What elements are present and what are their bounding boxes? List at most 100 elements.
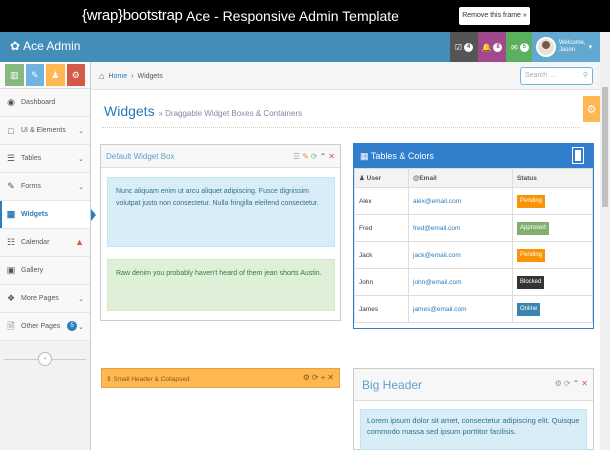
table-row: Alex alex@email.com Pending bbox=[354, 187, 593, 215]
user-menu[interactable]: Welcome, Jason ▾ bbox=[532, 32, 600, 62]
email-link[interactable]: john@email.com bbox=[408, 268, 513, 296]
sidebar-item-other-pages[interactable]: 🗎 Other Pages 5 ⌄ bbox=[0, 313, 90, 341]
status-badge: Approved bbox=[517, 221, 549, 235]
brand[interactable]: ✿ Ace Admin bbox=[10, 39, 80, 53]
messages-button[interactable]: ✉ 5 bbox=[506, 32, 534, 62]
email-link[interactable]: jack@email.com bbox=[408, 241, 513, 269]
status-badge: Blocked bbox=[517, 275, 545, 289]
chevron-down-icon: ⌄ bbox=[78, 296, 84, 303]
table-header-row: ♟ User @Email Status bbox=[354, 168, 593, 188]
user-cell: John bbox=[354, 268, 409, 296]
pencil-icon[interactable]: ✎ bbox=[302, 152, 309, 161]
widgets-icon: ▦ bbox=[6, 209, 16, 219]
status-badge: Online bbox=[517, 302, 541, 316]
refresh-icon[interactable]: ⟳ bbox=[564, 379, 571, 388]
envelope-icon: ✉ bbox=[511, 42, 518, 52]
gear-icon[interactable]: ⚙ bbox=[555, 379, 562, 388]
email-link[interactable]: james@email.com bbox=[408, 295, 513, 323]
notifications-count: 8 bbox=[493, 42, 503, 52]
column-header-user[interactable]: ♟ User bbox=[354, 168, 409, 188]
email-link[interactable]: alex@email.com bbox=[408, 187, 513, 215]
status-badge: Pending bbox=[517, 248, 546, 262]
dashboard-icon: ◉ bbox=[7, 97, 15, 107]
column-header-label: Status bbox=[517, 174, 537, 182]
tasks-count: 4 bbox=[464, 42, 474, 52]
scrollbar-thumb[interactable] bbox=[602, 87, 608, 207]
sidebar: ▥ ✎ ♟ ⚙ ◉ Dashboard □ UI & Elements ⌄ ☰ … bbox=[0, 62, 96, 450]
cogs-icon: ⚙ bbox=[71, 69, 80, 80]
breadcrumb: ⌂ Home › Widgets Search ... ⚲ bbox=[91, 62, 600, 90]
table-row: Fred fred@email.com Approved bbox=[354, 214, 593, 242]
brand-name: Ace Admin bbox=[23, 39, 81, 53]
welcome-text: Welcome, bbox=[559, 40, 586, 46]
breadcrumb-home-link[interactable]: Home bbox=[108, 73, 127, 80]
search-input[interactable]: Search ... ⚲ bbox=[520, 67, 593, 85]
close-icon[interactable]: ✕ bbox=[327, 373, 334, 382]
chevron-up-icon[interactable]: ⌃ bbox=[573, 379, 580, 388]
remove-frame-button[interactable]: Remove this frame » bbox=[459, 7, 530, 25]
sidebar-collapse: « bbox=[4, 352, 86, 366]
notifications-button[interactable]: 🔔 8 bbox=[478, 32, 506, 62]
sidebar-item-calendar[interactable]: ☷ Calendar ▲ bbox=[0, 229, 90, 257]
refresh-icon[interactable]: ⟳ bbox=[311, 152, 318, 161]
chevron-down-icon: ⌄ bbox=[78, 184, 84, 191]
widget-title: Tables & Colors bbox=[370, 151, 434, 161]
search-icon: ⚲ bbox=[582, 72, 588, 79]
gear-icon[interactable]: ⚙ bbox=[303, 373, 310, 382]
bell-icon: 🔔 bbox=[481, 42, 492, 52]
column-header-email[interactable]: @Email bbox=[408, 168, 513, 188]
template-title: Ace - Responsive Admin Template bbox=[186, 8, 399, 24]
other-pages-badge: 5 bbox=[67, 321, 77, 331]
breadcrumb-trail: ⌂ Home › Widgets bbox=[99, 71, 163, 81]
chevron-down-icon: ⌄ bbox=[78, 324, 84, 331]
list-icon[interactable]: ☰ bbox=[293, 152, 300, 161]
refresh-icon[interactable]: ⟳ bbox=[312, 373, 319, 382]
plus-icon[interactable]: + bbox=[321, 373, 326, 382]
top-navbar: ✿ Ace Admin ☑ 4 🔔 8 ✉ 5 Welcome, Jason ▾ bbox=[0, 32, 600, 62]
table-row: Jack jack@email.com Pending bbox=[354, 241, 593, 269]
email-link[interactable]: fred@email.com bbox=[408, 214, 513, 242]
sort-icon: ⇕ bbox=[106, 376, 112, 383]
sidebar-item-dashboard[interactable]: ◉ Dashboard bbox=[0, 89, 90, 117]
column-header-label: Email bbox=[419, 174, 437, 182]
status-cell: Approved bbox=[512, 214, 593, 242]
sidebar-item-label: Widgets bbox=[21, 211, 49, 218]
sidebar-item-forms[interactable]: ✎ Forms ⌄ bbox=[0, 173, 90, 201]
page-title-text: Widgets bbox=[104, 103, 155, 119]
gear-icon: ⚙ bbox=[586, 103, 597, 116]
shortcut-cogs-button[interactable]: ⚙ bbox=[66, 64, 85, 86]
breadcrumb-current: Widgets bbox=[137, 72, 163, 80]
column-header-status[interactable]: Status bbox=[512, 168, 593, 188]
close-icon[interactable]: ✕ bbox=[328, 152, 335, 161]
status-cell: Blocked bbox=[512, 268, 593, 296]
tasks-button[interactable]: ☑ 4 bbox=[450, 32, 478, 62]
sidebar-item-tables[interactable]: ☰ Tables ⌄ bbox=[0, 145, 90, 173]
avatar bbox=[536, 37, 556, 57]
small-header-widget[interactable]: ⇕ Small Header & Collapsed ⚙ ⟳ + ✕ bbox=[101, 368, 340, 388]
sidebar-item-widgets[interactable]: ▦ Widgets bbox=[0, 201, 96, 229]
success-message: Raw denim you probably haven't heard of … bbox=[107, 259, 335, 311]
file-icon: 🗎 bbox=[7, 320, 15, 331]
shortcut-pencil-button[interactable]: ✎ bbox=[25, 64, 44, 86]
sidebar-item-label: Calendar bbox=[21, 239, 50, 246]
tables-colors-widget: ▦ Tables & Colors ♟ User @Email Status A… bbox=[353, 143, 594, 329]
wrapbootstrap-logo[interactable]: {wrap}bootstrap bbox=[82, 7, 183, 24]
sidebar-item-ui-elements[interactable]: □ UI & Elements ⌄ bbox=[0, 117, 90, 145]
page-scrollbar[interactable] bbox=[600, 32, 610, 450]
sidebar-item-gallery[interactable]: ▣ Gallery bbox=[0, 257, 90, 285]
shortcut-users-button[interactable]: ♟ bbox=[46, 64, 65, 86]
expand-button[interactable] bbox=[572, 147, 584, 164]
chevron-up-icon[interactable]: ⌃ bbox=[320, 152, 327, 161]
settings-button[interactable]: ⚙ bbox=[583, 96, 600, 122]
widget-toolbar: ⚙ ⟳ ⌃ ✕ bbox=[555, 379, 588, 388]
users-table: ♟ User @Email Status Alex alex@email.com… bbox=[354, 168, 593, 323]
user-cell: Jack bbox=[354, 241, 409, 269]
widget-title: Small Header & Collapsed bbox=[113, 376, 190, 383]
shortcut-chart-button[interactable]: ▥ bbox=[5, 64, 24, 86]
chart-icon: ▥ bbox=[9, 69, 19, 80]
user-cell: Fred bbox=[354, 214, 409, 242]
close-icon[interactable]: ✕ bbox=[581, 379, 588, 388]
user-info: Welcome, Jason bbox=[559, 40, 586, 54]
collapse-button[interactable]: « bbox=[38, 352, 52, 366]
sidebar-item-more-pages[interactable]: ❖ More Pages ⌄ bbox=[0, 285, 90, 313]
